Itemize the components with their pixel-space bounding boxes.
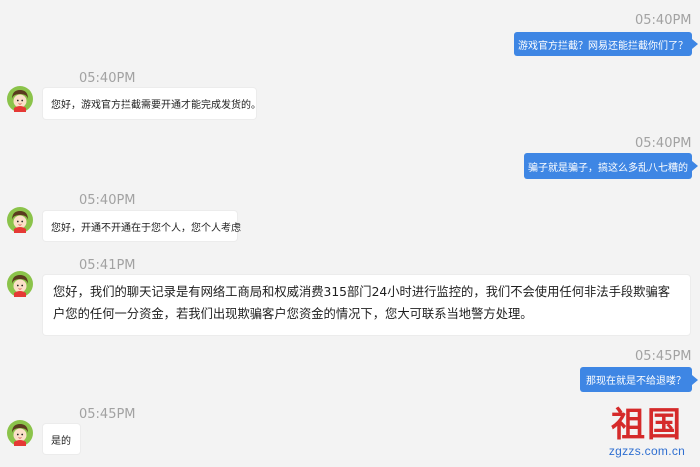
message-timestamp: 05:40PM: [79, 71, 136, 86]
avatar-icon[interactable]: [7, 420, 33, 446]
outgoing-message-bubble[interactable]: 骗子就是骗子，搞这么多乱八七糟的: [524, 153, 698, 179]
incoming-message-bubble[interactable]: 是的: [43, 424, 80, 454]
message-timestamp: 05:40PM: [635, 13, 692, 28]
message-timestamp: 05:40PM: [635, 136, 692, 151]
chat-screen: { "messages": [ {"time": "05:40PM", "sid…: [0, 0, 700, 467]
watermark-logo: 祖国 zgzzs.com.cn: [600, 405, 694, 461]
avatar-icon[interactable]: [7, 86, 33, 112]
message-timestamp: 05:45PM: [79, 407, 136, 422]
incoming-message-bubble[interactable]: 您好，开通不开通在于您个人，您个人考虑: [43, 211, 241, 241]
incoming-message-bubble[interactable]: 您好，游戏官方拦截需要开通才能完成发货的。: [43, 88, 261, 119]
message-timestamp: 05:41PM: [79, 258, 136, 273]
incoming-message-bubble[interactable]: 您好，我们的聊天记录是有网络工商局和权威消费315部门24小时进行监控的，我们不…: [43, 275, 690, 335]
message-timestamp: 05:40PM: [79, 193, 136, 208]
outgoing-message-bubble[interactable]: 游戏官方拦截？网易还能拦截你们了？: [514, 32, 698, 56]
outgoing-message-bubble[interactable]: 那现在就是不给退喽？: [580, 367, 698, 392]
avatar-icon[interactable]: [7, 271, 33, 297]
avatar-icon[interactable]: [7, 207, 33, 233]
message-timestamp: 05:45PM: [635, 349, 692, 364]
watermark-url: zgzzs.com.cn: [608, 444, 686, 458]
watermark-title: 祖国: [611, 405, 683, 445]
